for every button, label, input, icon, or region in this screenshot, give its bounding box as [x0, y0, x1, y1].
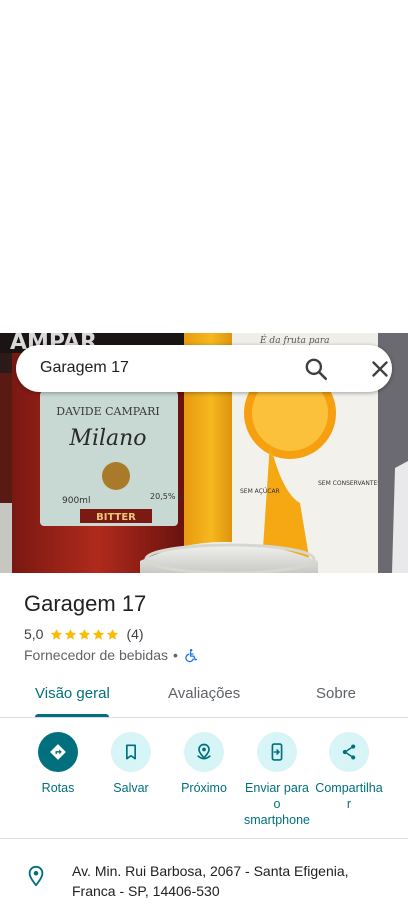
share-button[interactable]: Compartilha r — [309, 732, 389, 812]
save-label: Salvar — [113, 781, 149, 795]
search-bar[interactable]: Garagem 17 — [16, 345, 392, 392]
rating-value: 5,0 — [24, 626, 44, 642]
star-icon — [51, 628, 63, 640]
rating-row[interactable]: 5,0 (4) — [24, 625, 144, 643]
share-button-circle[interactable] — [329, 732, 369, 772]
tab-about[interactable]: Sobre — [316, 685, 356, 702]
section-divider — [0, 838, 408, 839]
star-icon — [93, 628, 105, 640]
active-tab-indicator — [35, 714, 109, 717]
bookmark-icon — [126, 744, 136, 760]
star-icon — [79, 628, 91, 640]
send-to-phone-label-line-3: smartphone — [243, 813, 310, 827]
star-icon — [65, 628, 77, 640]
category-row: Fornecedor de bebidas • — [24, 646, 198, 664]
send-to-phone-button[interactable]: Enviar para o smartphone — [237, 732, 317, 828]
nearby-button-circle[interactable] — [184, 732, 224, 772]
directions-label: Rotas — [41, 781, 75, 795]
send-to-phone-label-line-1: Enviar para — [245, 781, 309, 795]
action-buttons: Rotas Salvar Próximo Enviar para o smart… — [0, 732, 408, 832]
search-icon[interactable] — [303, 356, 329, 382]
tab-overview[interactable]: Visão geral — [35, 685, 110, 702]
nearby-label: Próximo — [181, 781, 227, 795]
directions-button[interactable]: Rotas — [18, 732, 98, 796]
save-button-circle[interactable] — [111, 732, 151, 772]
svg-text:900ml: 900ml — [62, 496, 90, 506]
review-count: (4) — [126, 626, 144, 642]
share-icon — [342, 744, 356, 760]
save-button[interactable]: Salvar — [91, 732, 171, 796]
star-rating — [50, 628, 120, 641]
nearby-button[interactable]: Próximo — [164, 732, 244, 796]
tab-reviews[interactable]: Avaliações — [168, 685, 240, 702]
directions-button-circle[interactable] — [38, 732, 78, 772]
location-pin-icon — [28, 865, 44, 887]
nearby-icon — [197, 743, 211, 760]
bottle-brand-text: DAVIDE CAMPARI — [56, 405, 159, 418]
tab-bar: Visão geral Avaliações Sobre — [0, 672, 408, 718]
send-to-phone-icon — [271, 743, 283, 761]
share-label-line-2: r — [346, 797, 352, 811]
send-to-phone-label: Enviar para o smartphone — [237, 780, 317, 828]
svg-text:SEM AÇÚCAR: SEM AÇÚCAR — [240, 488, 280, 495]
close-icon[interactable] — [367, 356, 393, 382]
star-icon — [107, 628, 119, 640]
address-line-2: Franca - SP, 14406-530 — [72, 883, 220, 899]
send-to-phone-button-circle[interactable] — [257, 732, 297, 772]
address-line-1: Av. Min. Rui Barbosa, 2067 - Santa Efige… — [72, 863, 349, 879]
send-to-phone-label-line-2: o — [273, 797, 281, 811]
search-input[interactable]: Garagem 17 — [40, 359, 129, 377]
svg-text:BITTER: BITTER — [96, 512, 136, 523]
place-category: Fornecedor de bebidas — [24, 647, 168, 663]
place-title: Garagem 17 — [24, 591, 147, 616]
svg-text:Milano: Milano — [68, 426, 146, 451]
map-area — [0, 0, 408, 333]
share-label: Compartilha r — [309, 780, 389, 812]
wheelchair-icon — [185, 648, 197, 662]
svg-text:SEM CONSERVANTES: SEM CONSERVANTES — [318, 480, 381, 487]
share-label-line-1: Compartilha — [315, 781, 383, 795]
separator-dot: • — [173, 647, 178, 663]
directions-icon — [50, 744, 66, 760]
